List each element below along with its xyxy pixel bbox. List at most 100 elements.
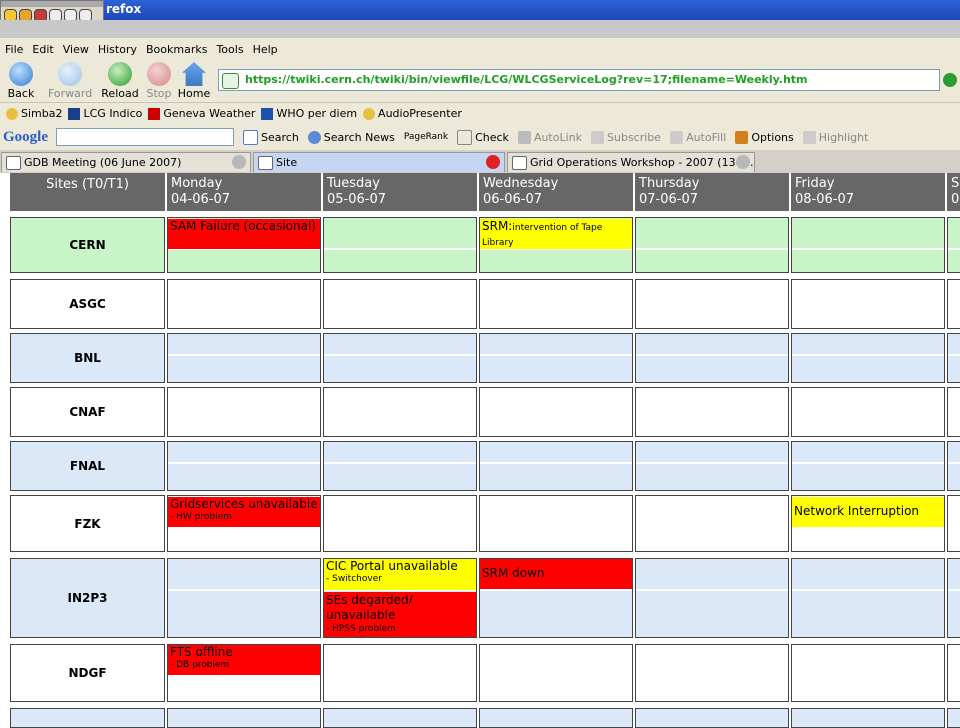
home-button[interactable]: Home xyxy=(174,62,214,100)
day-cell xyxy=(479,708,633,728)
site-name-cell: BNL xyxy=(10,333,165,383)
day-cell xyxy=(479,387,633,437)
options-icon xyxy=(735,130,749,144)
close-tab-icon[interactable] xyxy=(232,155,246,169)
event-fzk-friday[interactable]: Network Interruption xyxy=(792,497,944,527)
event-ndgf-monday[interactable]: FTS offline - DB problem xyxy=(168,645,320,675)
day-cell xyxy=(323,644,477,702)
pagerank-indicator: PageRank xyxy=(403,132,449,142)
cell-divider xyxy=(324,526,476,528)
day-cell xyxy=(323,495,477,552)
autolink-button[interactable]: AutoLink xyxy=(517,130,582,144)
google-g-icon xyxy=(243,129,258,145)
lightbulb-icon xyxy=(6,107,18,120)
site-name-cell xyxy=(10,708,165,728)
back-button[interactable]: Back xyxy=(1,62,41,100)
menu-file[interactable]: File xyxy=(5,43,23,56)
cell-divider xyxy=(480,408,632,410)
site-name-cell: NDGF xyxy=(10,644,165,702)
cell-divider xyxy=(948,589,960,591)
indico-icon xyxy=(512,156,527,170)
bookmark-audiopresenter[interactable]: AudioPresenter xyxy=(363,107,462,120)
event-fzk-monday[interactable]: Gridservices unavailable - HW problem xyxy=(168,497,320,527)
autofill-button[interactable]: AutoFill xyxy=(670,130,726,144)
day-cell xyxy=(947,708,960,728)
cell-divider xyxy=(792,408,944,410)
site-name-cell: FZK xyxy=(10,495,165,552)
event-in2p3-wednesday[interactable]: SRM down xyxy=(480,559,632,589)
close-tab-icon[interactable] xyxy=(736,155,750,169)
menu-bookmarks[interactable]: Bookmarks xyxy=(146,43,207,56)
yahoo-icon xyxy=(148,107,161,120)
forward-button[interactable]: Forward xyxy=(48,62,92,100)
tab-grid-operations-workshop[interactable]: Grid Operations Workshop - 2007 (13-1... xyxy=(507,152,755,172)
spell-check-button[interactable]: Check xyxy=(457,129,509,145)
day-cell xyxy=(635,708,789,728)
reload-button[interactable]: Reload xyxy=(100,62,140,100)
cell-divider xyxy=(480,462,632,464)
menu-help[interactable]: Help xyxy=(253,43,278,56)
site-label: FNAL xyxy=(69,459,106,473)
cell-divider xyxy=(324,462,476,464)
day-cell xyxy=(323,441,477,491)
close-tab-icon[interactable] xyxy=(486,155,500,169)
google-toolbar: Google Search Search News PageRank Check… xyxy=(0,124,960,150)
site-identity-icon[interactable] xyxy=(222,73,239,89)
stop-button[interactable]: Stop xyxy=(139,62,179,100)
event-in2p3-tuesday-cic[interactable]: CIC Portal unavailable - Switchover xyxy=(324,559,476,590)
tab-site[interactable]: Site xyxy=(253,152,505,172)
reload-icon xyxy=(108,62,132,86)
google-search-input[interactable] xyxy=(56,128,234,146)
day-cell xyxy=(947,495,960,552)
menu-history[interactable]: History xyxy=(98,43,137,56)
google-search-button[interactable]: Search xyxy=(243,129,299,145)
tab-gdb-meeting[interactable]: GDB Meeting (06 June 2007) xyxy=(1,152,251,172)
day-cell xyxy=(323,708,477,728)
day-cell xyxy=(947,558,960,638)
day-cell xyxy=(635,217,789,273)
menu-view[interactable]: View xyxy=(63,43,89,56)
site-name-cell: CNAF xyxy=(10,387,165,437)
event-in2p3-tuesday-ses[interactable]: SEs degarded/ unavailable - HPSS problem xyxy=(324,592,476,637)
lightbulb-icon xyxy=(363,107,376,120)
day-cell xyxy=(323,217,477,273)
day-header-wednesday: Wednesday 06-06-07 xyxy=(479,173,633,211)
event-cern-monday[interactable]: SAM Failure (occasional) xyxy=(168,219,320,249)
navigation-toolbar: Back Forward Reload Stop Home https://tw… xyxy=(0,60,960,103)
cell-divider xyxy=(792,589,944,591)
options-button[interactable]: Options xyxy=(735,130,794,144)
day-cell xyxy=(635,333,789,383)
day-header-friday: Friday 08-06-07 xyxy=(791,173,945,211)
bookmark-simba2[interactable]: Simba2 xyxy=(6,107,62,120)
menu-edit[interactable]: Edit xyxy=(32,43,53,56)
bookmark-lcg-indico[interactable]: LCG Indico xyxy=(68,107,142,120)
abc-check-icon xyxy=(457,129,473,145)
search-news-button[interactable]: Search News xyxy=(307,130,395,144)
day-cell xyxy=(479,495,633,552)
day-cell xyxy=(635,644,789,702)
day-cell xyxy=(635,279,789,329)
menu-tools[interactable]: Tools xyxy=(216,43,243,56)
google-logo[interactable]: Google xyxy=(3,129,48,146)
highlighter-icon xyxy=(802,130,816,144)
highlight-button[interactable]: Highlight xyxy=(802,130,868,144)
go-icon[interactable] xyxy=(943,73,957,87)
bookmark-who-per-diem[interactable]: WHO per diem xyxy=(261,107,357,120)
event-cern-wednesday[interactable]: SRM:intervention of Tape Library xyxy=(480,219,632,249)
day-header-saturday: Sa0 xyxy=(947,173,960,211)
cell-divider xyxy=(948,248,960,250)
day-cell xyxy=(323,333,477,383)
day-cell xyxy=(791,558,945,638)
site-label: CNAF xyxy=(69,405,106,419)
url-bar[interactable]: https://twiki.cern.ch/twiki/bin/viewfile… xyxy=(218,69,940,91)
day-cell xyxy=(791,217,945,273)
cell-divider xyxy=(480,354,632,356)
cell-divider xyxy=(948,526,960,528)
site-name-cell: FNAL xyxy=(10,441,165,491)
subscribe-button[interactable]: Subscribe xyxy=(591,130,661,144)
weekly-service-log-grid: Sites (T0/T1) Monday 04-06-07 Tuesday 05-0… xyxy=(0,173,960,728)
day-cell xyxy=(479,644,633,702)
day-cell xyxy=(635,441,789,491)
day-cell xyxy=(947,217,960,273)
bookmark-geneva-weather[interactable]: Geneva Weather xyxy=(148,107,255,120)
